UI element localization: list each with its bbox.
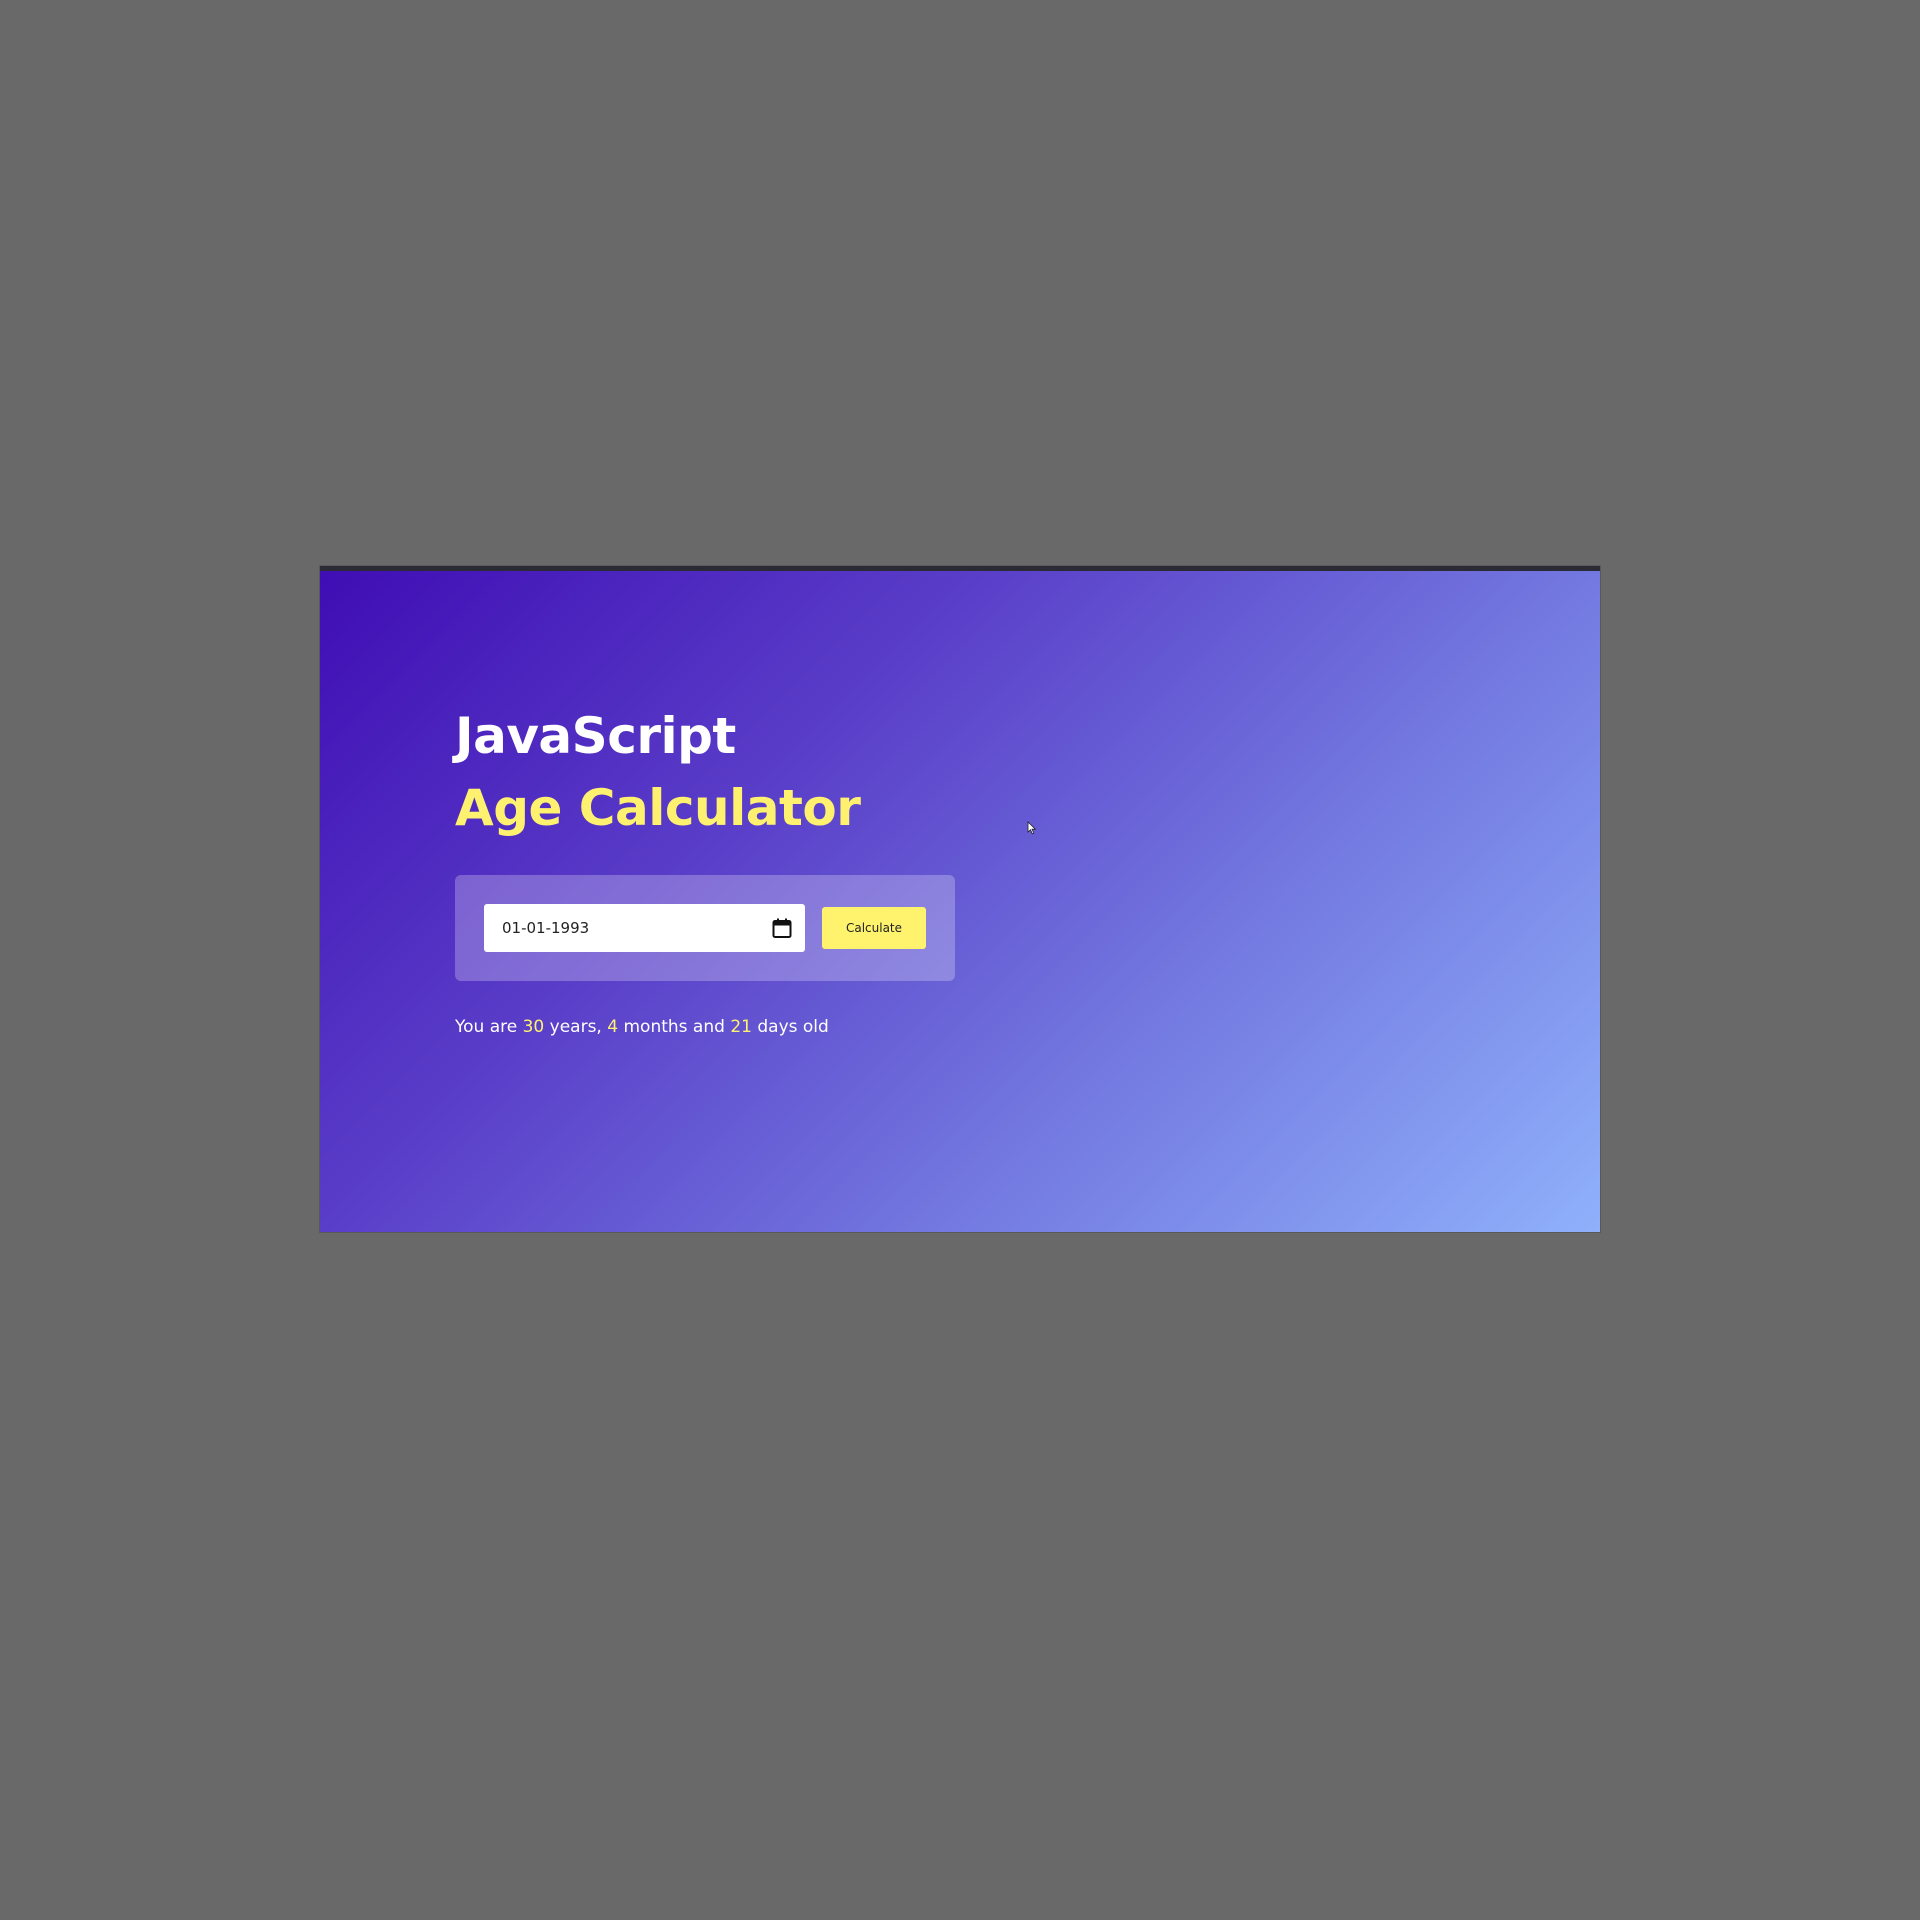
result-months: 4: [607, 1017, 619, 1037]
page-title: JavaScript: [455, 707, 736, 765]
input-panel: 01-01-1993 Calculate: [455, 875, 955, 981]
birth-date-value: 01-01-1993: [502, 919, 590, 937]
browser-viewport: JavaScript Age Calculator 01-01-1993 Cal…: [320, 566, 1600, 1232]
result-days-label: days old: [751, 1017, 829, 1037]
calculate-button[interactable]: Calculate: [822, 907, 926, 949]
window-top-bar: [320, 566, 1600, 571]
result-years: 30: [522, 1017, 545, 1037]
result-months-label: months and: [618, 1017, 731, 1037]
mouse-cursor-icon: [1027, 821, 1037, 835]
page-subtitle: Age Calculator: [455, 779, 861, 837]
result-days: 21: [730, 1017, 752, 1037]
calendar-icon[interactable]: [771, 917, 793, 939]
age-result: You are 30 years, 4 months and 21 days o…: [455, 1017, 955, 1037]
result-prefix: You are: [455, 1017, 523, 1037]
birth-date-input[interactable]: 01-01-1993: [484, 904, 805, 952]
age-calculator-container: JavaScript Age Calculator 01-01-1993 Cal…: [455, 711, 955, 1037]
result-years-label: years,: [544, 1017, 608, 1037]
